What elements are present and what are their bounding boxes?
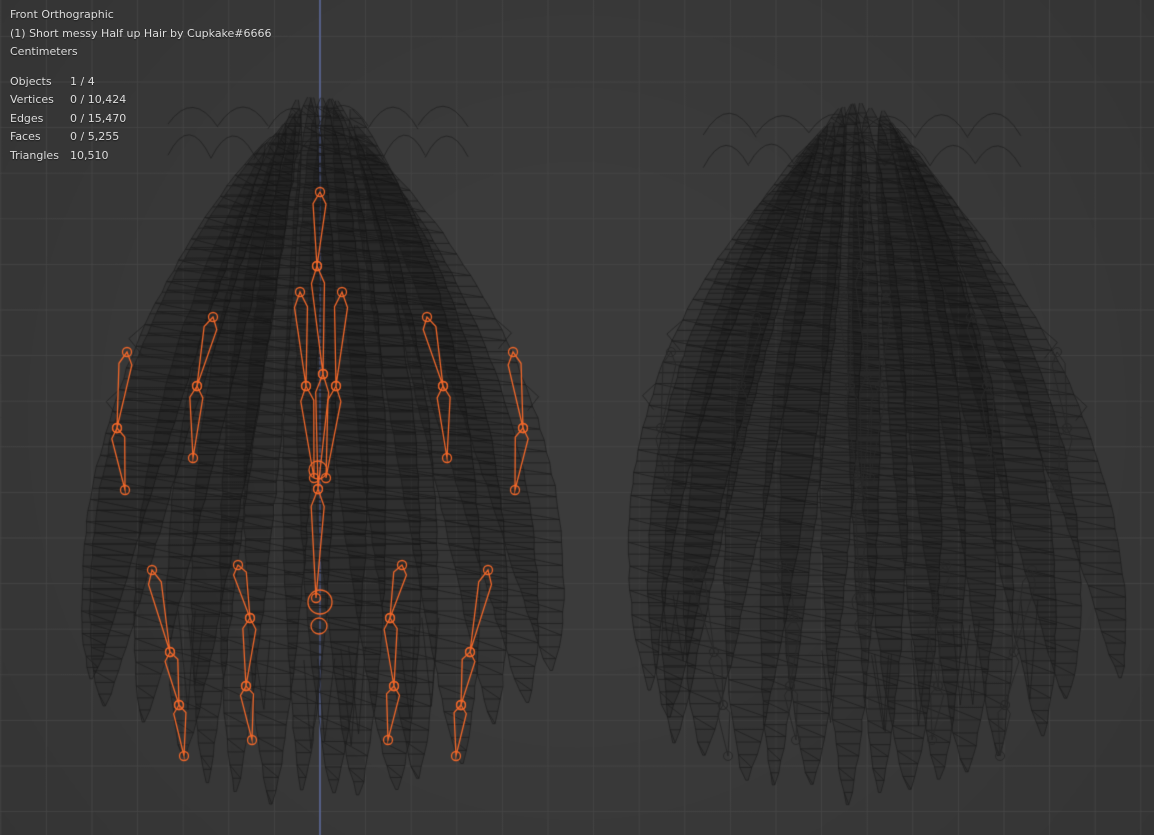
unit-label: Centimeters: [10, 43, 272, 62]
stat-label: Vertices: [10, 91, 68, 110]
active-object-label: (1) Short messy Half up Hair by Cupkake#…: [10, 25, 272, 44]
stat-label: Triangles: [10, 147, 68, 166]
viewport-text-overlay: Front Orthographic (1) Short messy Half …: [10, 6, 272, 165]
stat-row-objects: Objects 1 / 4: [10, 73, 272, 92]
stat-label: Faces: [10, 128, 68, 147]
stat-value: 10,510: [70, 147, 109, 166]
stat-row-faces: Faces 0 / 5,255: [10, 128, 272, 147]
stat-label: Edges: [10, 110, 68, 129]
stat-value: 0 / 5,255: [70, 128, 119, 147]
stat-label: Objects: [10, 73, 68, 92]
stat-value: 1 / 4: [70, 73, 95, 92]
stat-value: 0 / 15,470: [70, 110, 126, 129]
view-name-label: Front Orthographic: [10, 6, 272, 25]
blender-3d-viewport: Front Orthographic (1) Short messy Half …: [0, 0, 1154, 835]
stat-row-edges: Edges 0 / 15,470: [10, 110, 272, 129]
scene-statistics: Objects 1 / 4 Vertices 0 / 10,424 Edges …: [10, 73, 272, 166]
stat-row-triangles: Triangles 10,510: [10, 147, 272, 166]
stat-row-vertices: Vertices 0 / 10,424: [10, 91, 272, 110]
stat-value: 0 / 10,424: [70, 91, 126, 110]
